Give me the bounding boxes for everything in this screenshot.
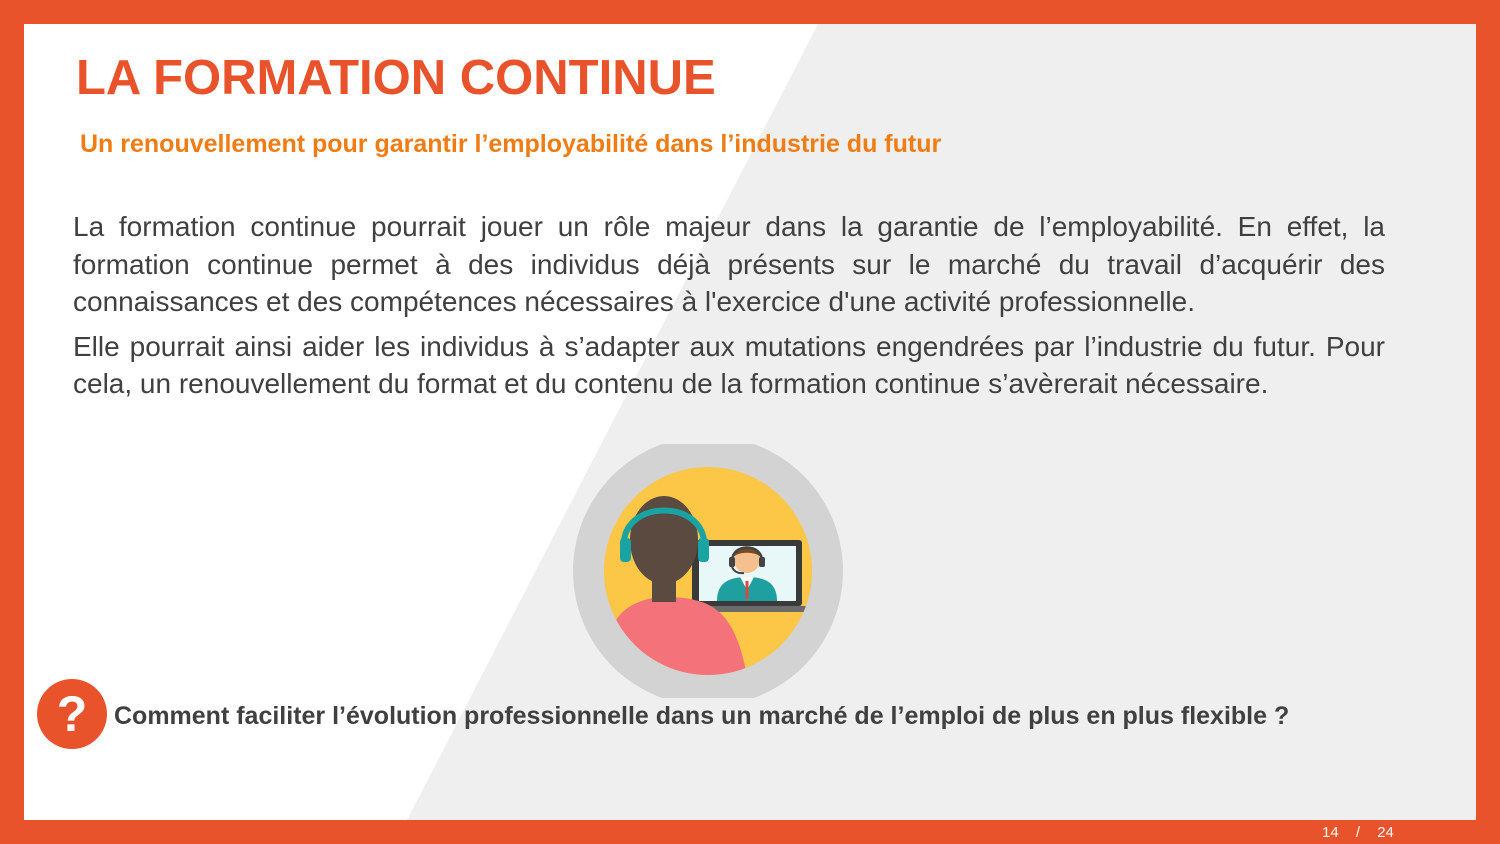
question-mark-glyph: ? [57, 686, 88, 742]
slide-title: LA FORMATION CONTINUE [76, 51, 716, 105]
slide: LA FORMATION CONTINUE Un renouvellement … [24, 24, 1476, 820]
question-mark-icon: ? [37, 679, 107, 749]
page-current: 14 [1322, 824, 1339, 841]
body-text: La formation continue pourrait jouer un … [73, 208, 1385, 410]
page-total: 24 [1377, 824, 1394, 841]
page-number: 14 / 24 [1322, 824, 1394, 842]
body-paragraph-1: La formation continue pourrait jouer un … [73, 211, 1385, 317]
body-paragraph-2: Elle pourrait ainsi aider les individus … [73, 330, 1385, 400]
question-text: Comment faciliter l’évolution profession… [114, 702, 1290, 730]
video-call-icon [573, 444, 843, 698]
page-separator: / [1355, 824, 1361, 841]
slide-subtitle: Un renouvellement pour garantir l’employ… [80, 130, 942, 158]
